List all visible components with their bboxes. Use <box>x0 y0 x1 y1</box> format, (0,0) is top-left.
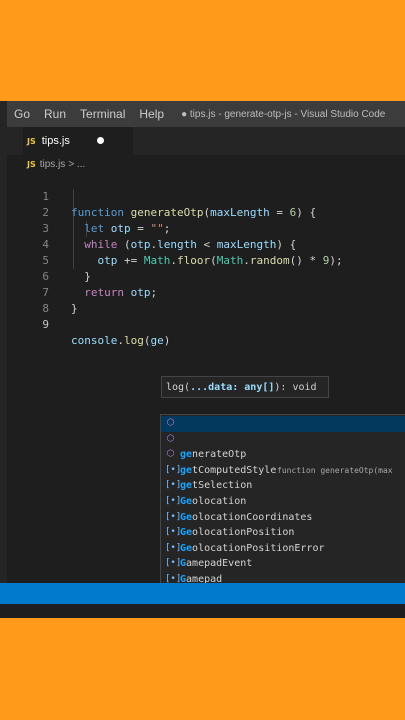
bottom-orange-frame <box>0 618 405 720</box>
variable-icon: [•] <box>165 496 182 506</box>
code-line-3: 3 while (otp.length < maxLength) { <box>7 205 405 251</box>
window-title: ● tips.js - generate-otp-js - Visual Stu… <box>181 108 386 120</box>
suggestion-item[interactable]: ⬡ generateOtp function generateOtp(max <box>161 416 405 475</box>
variable-icon: [•] <box>165 511 182 522</box>
vscode-window: Go Run Terminal Help ● tips.js - generat… <box>0 101 405 618</box>
suggestion-item[interactable]: ⬡ getSelection <box>161 447 405 491</box>
parameter-hint-popup: log(...data: any[]): void <box>161 376 329 398</box>
breadcrumb: JS tips.js > ... <box>27 156 85 172</box>
code-line-2: 2 let otp = ""; <box>7 189 405 235</box>
code-line-4: 4 otp += Math.floor(Math.random() * 9); <box>7 221 405 267</box>
code-line-5: 5 } <box>7 237 405 283</box>
code-line-7: 7 } <box>7 269 405 315</box>
variable-icon: [•] <box>165 480 182 491</box>
tab-bar: JS tips.js <box>7 127 405 155</box>
suggestion-list[interactable]: ⬡ generateOtp function generateOtp(max ⬡… <box>160 414 405 606</box>
suggestion-item[interactable]: [•] GeolocationPosition <box>161 494 405 538</box>
window-bottom-edge <box>0 604 405 618</box>
menu-go[interactable]: Go <box>7 107 37 121</box>
function-cube-icon: ⬡ <box>166 449 175 460</box>
menu-help[interactable]: Help <box>132 107 171 121</box>
suggestion-item[interactable]: [•] GeolocationPositionError <box>161 510 405 554</box>
code-line-1: 1 function generateOtp(maxLength = 6) { <box>7 173 405 219</box>
code-line-6: 6 return otp; <box>7 253 405 299</box>
code-line-8: 8 <box>7 285 405 315</box>
breadcrumb-separator: > ... <box>68 158 86 170</box>
function-cube-icon: ⬡ <box>166 418 175 428</box>
variable-icon: [•] <box>165 464 182 475</box>
tab-label: tips.js <box>41 135 70 147</box>
js-file-icon: JS <box>27 136 36 146</box>
code-line-9: 9 console.log(ge) <box>7 301 405 347</box>
suggestion-item[interactable]: [•] GeolocationCoordinates <box>161 478 405 522</box>
suggestion-item[interactable]: [•] GamepadButton <box>161 556 405 600</box>
unsaved-dot-icon[interactable] <box>97 137 104 144</box>
suggestion-item[interactable]: [•] GamepadEvent <box>161 525 405 569</box>
line-number: 9 <box>42 318 49 331</box>
variable-icon: [•] <box>165 542 182 553</box>
suggestion-item[interactable]: ⬡ getComputedStyle <box>161 432 405 476</box>
js-file-icon: JS <box>27 159 36 169</box>
code-text: console.log(ge) <box>71 334 171 347</box>
suggestion-item[interactable]: [•] Geolocation <box>161 463 405 507</box>
function-cube-icon: ⬡ <box>166 433 175 444</box>
variable-icon: [•] <box>165 527 182 538</box>
variable-icon: [•] <box>165 558 182 569</box>
menu-bar: Go Run Terminal Help ● tips.js - generat… <box>7 101 405 127</box>
suggestion-item[interactable]: [•] Gamepad <box>161 541 405 585</box>
menu-run[interactable]: Run <box>37 107 73 121</box>
status-bar <box>0 583 405 604</box>
menu-terminal[interactable]: Terminal <box>73 107 132 121</box>
breadcrumb-file[interactable]: tips.js <box>40 159 66 170</box>
activity-bar-edge <box>0 101 7 618</box>
tab-tips-js[interactable]: JS tips.js <box>23 127 133 155</box>
top-orange-frame <box>0 0 405 101</box>
